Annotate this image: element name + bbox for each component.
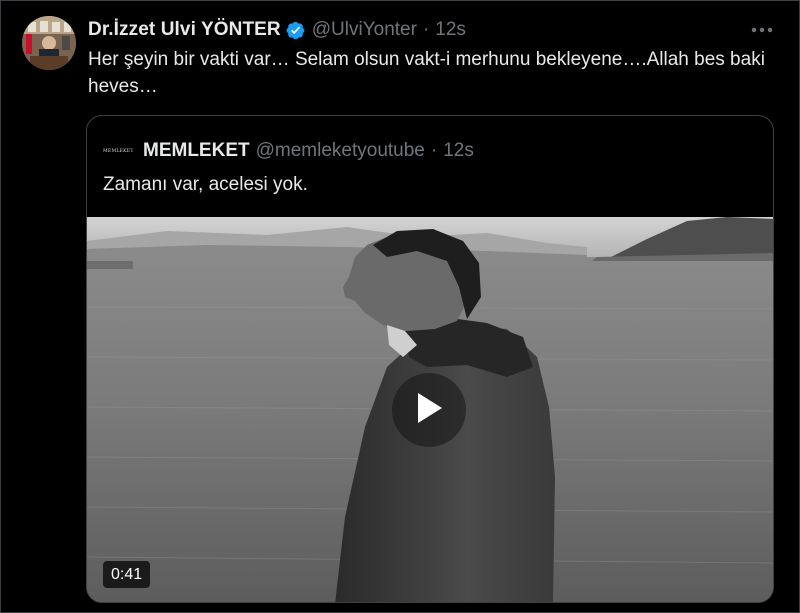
quote-author-handle[interactable]: @memleketyoutube — [256, 140, 425, 162]
author-name[interactable]: Dr.İzzet Ulvi YÖNTER — [88, 19, 281, 41]
tweet-timestamp[interactable]: 12s — [435, 19, 466, 41]
more-dots-icon[interactable] — [747, 18, 777, 42]
quoted-tweet-card[interactable]: MEMLEKET MEMLEKET @memleketyoutube · 12s… — [86, 115, 774, 603]
play-icon — [414, 391, 444, 430]
quote-separator: · — [430, 140, 438, 161]
tweet-header: Dr.İzzet Ulvi YÖNTER @UlviYonter · 12s — [88, 17, 466, 43]
author-avatar[interactable] — [22, 16, 76, 70]
quote-avatar-logo[interactable]: MEMLEKET — [103, 146, 133, 156]
author-handle[interactable]: @UlviYonter — [312, 19, 417, 41]
verified-badge-icon[interactable] — [285, 20, 306, 41]
quote-timestamp[interactable]: 12s — [443, 140, 474, 162]
quote-header: MEMLEKET MEMLEKET @memleketyoutube · 12s — [103, 138, 474, 164]
header-separator: · — [422, 19, 430, 40]
quote-author-name[interactable]: MEMLEKET — [143, 140, 250, 162]
play-button[interactable] — [392, 373, 466, 447]
tweet-text: Her şeyin bir vakti var… Selam olsun vak… — [88, 49, 765, 97]
video-duration-badge: 0:41 — [103, 561, 151, 588]
video-player[interactable]: 0:41 — [87, 217, 773, 602]
quote-text: Zamanı var, acelesi yok. — [103, 174, 308, 195]
